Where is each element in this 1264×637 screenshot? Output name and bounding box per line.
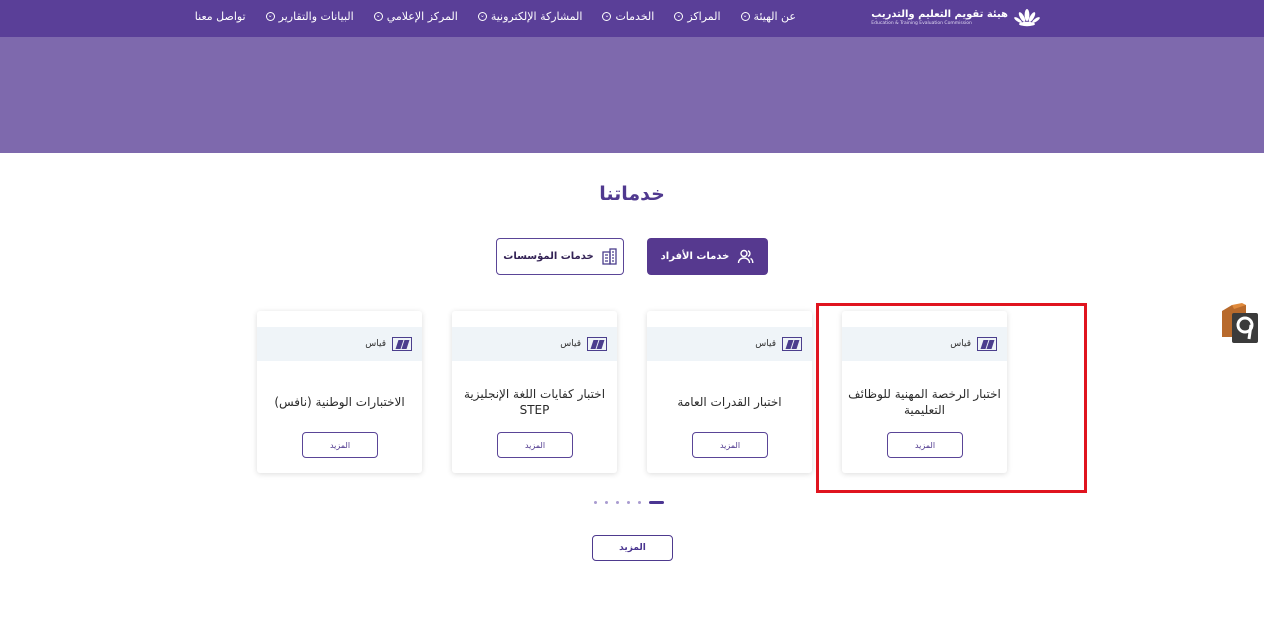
- chevron-down-icon: ⌄: [674, 11, 684, 21]
- top-navbar: هيئة تقويم التعليم والتدريب Education & …: [0, 0, 1264, 37]
- service-card[interactable]: قياس اختبار كفايات اللغة الإنجليزية STEP…: [452, 311, 617, 473]
- card-more-button[interactable]: المزيد: [692, 432, 768, 458]
- nav-services-label: الخدمات: [615, 9, 655, 23]
- tab-individual-services-label: خدمات الأفراد: [660, 251, 730, 262]
- carousel-dot[interactable]: [594, 501, 597, 504]
- nav-media-center[interactable]: المركز الإعلامي ⌄: [373, 9, 458, 23]
- card-title: الاختبارات الوطنية (نافس): [274, 395, 405, 409]
- card-provider-label: قياس: [755, 339, 776, 349]
- lotus-logo-icon: [1014, 9, 1040, 27]
- tab-institution-services-label: خدمات المؤسسات: [503, 251, 594, 262]
- nav-centers[interactable]: المراكز ⌄: [674, 9, 721, 23]
- carousel-dot[interactable]: [627, 501, 630, 504]
- more-services-button[interactable]: المزيد: [592, 535, 673, 561]
- tab-individual-services[interactable]: خدمات الأفراد: [647, 238, 768, 275]
- card-title: اختبار القدرات العامة: [677, 395, 782, 409]
- nav-about-label: عن الهيئة: [753, 9, 796, 23]
- service-card[interactable]: قياس الاختبارات الوطنية (نافس) المزيد: [257, 311, 422, 473]
- card-more-button[interactable]: المزيد: [302, 432, 378, 458]
- card-provider-header: قياس: [647, 327, 812, 361]
- chevron-down-icon: ⌄: [602, 11, 612, 21]
- card-provider-label: قياس: [560, 339, 581, 349]
- chevron-down-icon: ⌄: [373, 11, 383, 21]
- nav-about[interactable]: عن الهيئة ⌄: [740, 9, 796, 23]
- chevron-down-icon: ⌄: [477, 11, 487, 21]
- tab-institution-services[interactable]: خدمات المؤسسات: [496, 238, 624, 275]
- nav-media-center-label: المركز الإعلامي: [386, 9, 458, 23]
- nav-data-reports[interactable]: البيانات والتقارير ⌄: [265, 9, 354, 23]
- main-nav: عن الهيئة ⌄ المراكز ⌄ الخدمات ⌄ المشاركة…: [195, 0, 796, 32]
- carousel-dot[interactable]: [616, 501, 619, 504]
- nav-e-participation[interactable]: المشاركة الإلكترونية ⌄: [477, 9, 583, 23]
- nav-contact[interactable]: تواصل معنا: [195, 10, 246, 23]
- nav-services[interactable]: الخدمات ⌄: [602, 10, 654, 23]
- highlight-box: [816, 303, 1087, 493]
- carousel-dot[interactable]: [638, 501, 641, 504]
- qiyas-logo-icon: [392, 337, 412, 351]
- card-more-button[interactable]: المزيد: [497, 432, 573, 458]
- section-title: خدماتنا: [599, 183, 665, 205]
- card-title: اختبار كفايات اللغة الإنجليزية STEP: [463, 387, 606, 417]
- hero-banner: [0, 37, 1264, 153]
- logo-arabic-text: هيئة تقويم التعليم والتدريب: [871, 8, 1008, 20]
- nav-contact-label: تواصل معنا: [194, 9, 246, 23]
- logo-english-text: Education & Training Evaluation Commissi…: [871, 20, 972, 26]
- chevron-down-icon: ⌄: [265, 11, 275, 21]
- floating-widget-icon[interactable]: [1220, 303, 1258, 343]
- carousel-dot[interactable]: [605, 501, 608, 504]
- service-card[interactable]: قياس اختبار القدرات العامة المزيد: [647, 311, 812, 473]
- logo[interactable]: هيئة تقويم التعليم والتدريب Education & …: [871, 5, 1040, 31]
- building-icon: [602, 248, 617, 265]
- card-provider-header: قياس: [257, 327, 422, 361]
- card-provider-label: قياس: [365, 339, 386, 349]
- nav-data-reports-label: البيانات والتقارير: [278, 9, 354, 23]
- carousel-dot-active[interactable]: [649, 501, 664, 504]
- carousel-pagination: [594, 500, 664, 505]
- qiyas-logo-icon: [587, 337, 607, 351]
- chevron-down-icon: ⌄: [740, 11, 750, 21]
- users-icon: [738, 249, 754, 264]
- card-provider-header: قياس: [452, 327, 617, 361]
- nav-e-participation-label: المشاركة الإلكترونية: [490, 9, 583, 23]
- qiyas-logo-icon: [782, 337, 802, 351]
- nav-centers-label: المراكز: [687, 9, 721, 23]
